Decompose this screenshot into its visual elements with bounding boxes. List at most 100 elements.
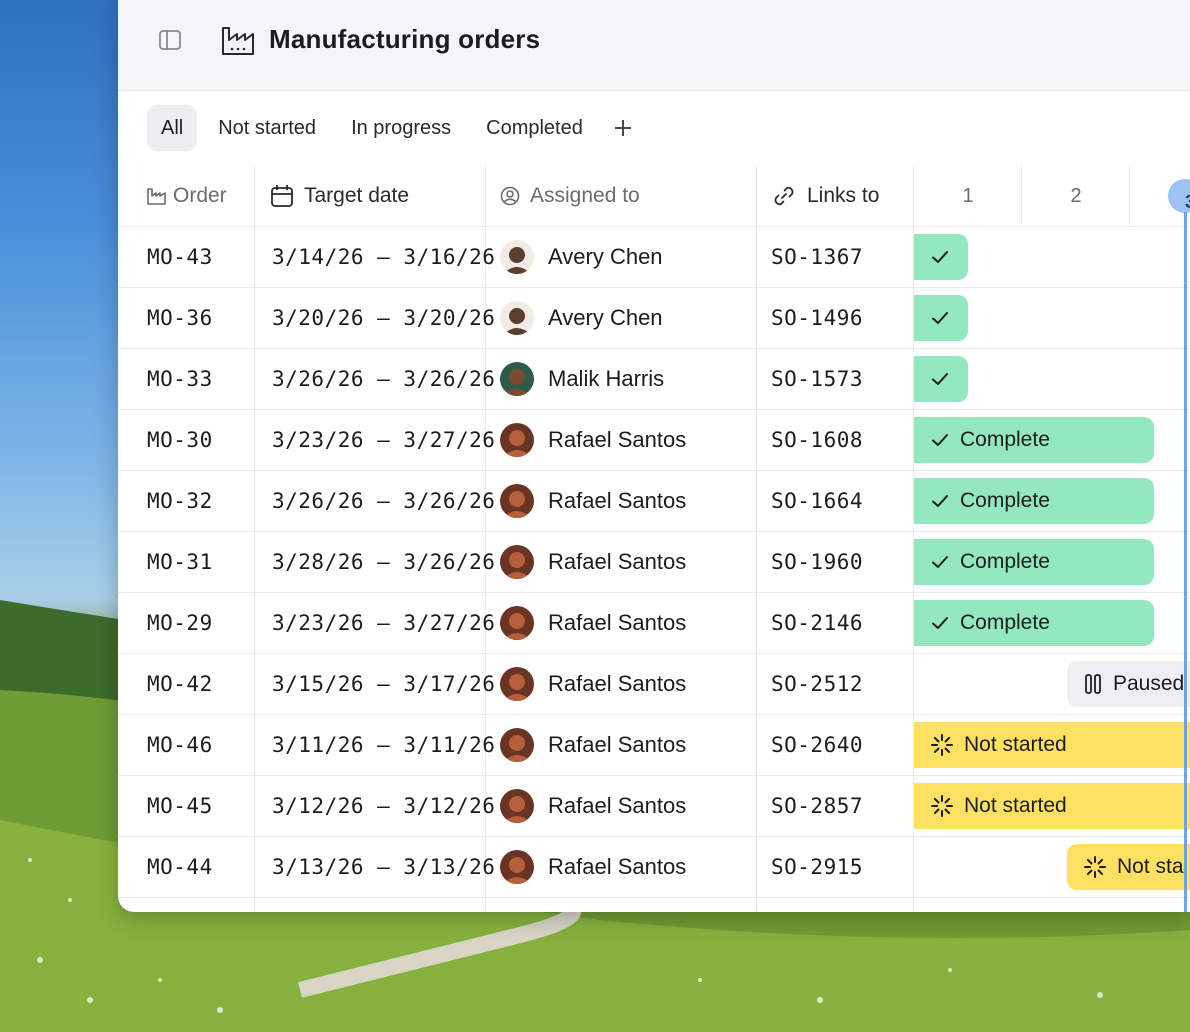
- table-row[interactable]: MO-46 3/11/26 – 3/11/26 Rafael Santos SO…: [118, 715, 1190, 776]
- table-row[interactable]: MO-31 3/28/26 – 3/26/26 Rafael Santos SO…: [118, 532, 1190, 593]
- linked-sales-order[interactable]: SO-1367: [771, 227, 863, 287]
- order-id[interactable]: MO-29: [147, 593, 213, 653]
- linked-sales-order[interactable]: SO-1608: [771, 410, 863, 470]
- linked-sales-order[interactable]: SO-1573: [771, 349, 863, 409]
- order-id[interactable]: MO-46: [147, 715, 213, 775]
- check-icon: [932, 312, 948, 324]
- timeline-bar[interactable]: [914, 234, 968, 280]
- order-id[interactable]: MO-30: [147, 410, 213, 470]
- link-icon: [774, 186, 794, 206]
- avatar: [500, 545, 534, 579]
- app-window: Manufacturing orders All Not started In …: [118, 0, 1190, 912]
- table-row[interactable]: MO-33 3/26/26 – 3/26/26 Malik Harris SO-…: [118, 349, 1190, 410]
- avatar: [500, 850, 534, 884]
- loading-spinner-icon: [931, 734, 953, 756]
- status-label: Not started: [964, 794, 1067, 817]
- table-row[interactable]: MO-45 3/12/26 – 3/12/26 Rafael Santos SO…: [118, 776, 1190, 837]
- table-row[interactable]: MO-29 3/23/26 – 3/27/26 Rafael Santos SO…: [118, 593, 1190, 654]
- user-circle-icon: [500, 186, 520, 206]
- column-header-target-date[interactable]: Target date: [270, 166, 409, 226]
- timeline-bar[interactable]: [914, 295, 968, 341]
- assignee-name: Rafael Santos: [548, 671, 687, 696]
- column-header-links-to[interactable]: Links to: [771, 166, 879, 226]
- assignee-name: Rafael Santos: [548, 793, 687, 818]
- assignee-name: Rafael Santos: [548, 549, 687, 574]
- assignee-name: Malik Harris: [548, 366, 665, 391]
- timeline-bar[interactable]: Not sta: [1067, 844, 1190, 890]
- assignee-name: Rafael Santos: [548, 427, 687, 452]
- assignee-name: Avery Chen: [548, 244, 663, 269]
- assignee-name: Rafael Santos: [548, 610, 687, 635]
- table-row[interactable]: MO-44 3/13/26 – 3/13/26 Rafael Santos SO…: [118, 837, 1190, 898]
- table-header: Order Target date Assigned to Links to 1…: [118, 166, 1190, 227]
- pause-icon: [1085, 674, 1101, 694]
- order-id[interactable]: MO-33: [147, 349, 213, 409]
- avatar: [500, 423, 534, 457]
- sidebar-toggle-icon[interactable]: [158, 28, 182, 52]
- check-icon: [932, 556, 948, 568]
- target-date: 3/11/26 – 3/11/26: [272, 733, 496, 757]
- plus-icon: [614, 120, 631, 136]
- page-title: Manufacturing orders: [269, 24, 541, 54]
- table-row[interactable]: MO-36 3/20/26 – 3/20/26 Avery Chen SO-14…: [118, 288, 1190, 349]
- order-id[interactable]: MO-36: [147, 288, 213, 348]
- avatar: [500, 728, 534, 762]
- check-icon: [932, 617, 948, 629]
- timeline-bar[interactable]: Paused: [1067, 661, 1190, 707]
- today-line: [1184, 212, 1187, 912]
- linked-sales-order[interactable]: SO-1496: [771, 288, 863, 348]
- loading-spinner-icon: [931, 795, 953, 817]
- avatar: [500, 484, 534, 518]
- timeline-bar[interactable]: [914, 356, 968, 402]
- timeline-bar[interactable]: Complete: [914, 478, 1154, 524]
- timeline-bar[interactable]: Complete: [914, 600, 1154, 646]
- order-id[interactable]: MO-45: [147, 776, 213, 836]
- timeline-day-header: 1: [962, 185, 974, 207]
- target-date: 3/26/26 – 3/26/26: [272, 367, 496, 391]
- tab-not-started[interactable]: Not started: [204, 105, 330, 151]
- timeline-bar[interactable]: Not started: [914, 783, 1190, 829]
- avatar: [500, 667, 534, 701]
- timeline-bar[interactable]: Complete: [914, 417, 1154, 463]
- order-id[interactable]: MO-43: [147, 227, 213, 287]
- timeline-day-header: 3: [1185, 192, 1190, 214]
- linked-sales-order[interactable]: SO-2915: [771, 837, 863, 897]
- timeline-bar[interactable]: Not started: [914, 722, 1190, 768]
- order-id[interactable]: MO-32: [147, 471, 213, 531]
- timeline-bar[interactable]: Complete: [914, 539, 1154, 585]
- order-id[interactable]: MO-42: [147, 654, 213, 714]
- check-icon: [932, 495, 948, 507]
- table-row[interactable]: MO-32 3/26/26 – 3/26/26 Rafael Santos SO…: [118, 471, 1190, 532]
- status-label: Complete: [960, 550, 1050, 573]
- linked-sales-order[interactable]: SO-2640: [771, 715, 863, 775]
- table-row[interactable]: MO-42 3/15/26 – 3/17/26 Rafael Santos SO…: [118, 654, 1190, 715]
- add-view-button[interactable]: [608, 113, 638, 143]
- column-header-order[interactable]: Order: [147, 166, 227, 226]
- table-row[interactable]: MO-30 3/23/26 – 3/27/26 Rafael Santos SO…: [118, 410, 1190, 471]
- table-row[interactable]: MO-43 3/14/26 – 3/16/26 Avery Chen SO-13…: [118, 227, 1190, 288]
- assignee-name: Rafael Santos: [548, 488, 687, 513]
- order-id[interactable]: MO-31: [147, 532, 213, 592]
- target-date: 3/15/26 – 3/17/26: [272, 672, 496, 696]
- loading-spinner-icon: [1084, 856, 1106, 878]
- tab-in-progress[interactable]: In progress: [337, 105, 465, 151]
- column-header-assigned-to[interactable]: Assigned to: [500, 166, 640, 226]
- assignee-name: Rafael Santos: [548, 854, 687, 879]
- tab-all[interactable]: All: [147, 105, 198, 151]
- assignee-name: Rafael Santos: [548, 732, 687, 757]
- status-label: Complete: [960, 489, 1050, 512]
- linked-sales-order[interactable]: SO-2512: [771, 654, 863, 714]
- linked-sales-order[interactable]: SO-2146: [771, 593, 863, 653]
- linked-sales-order[interactable]: SO-1960: [771, 532, 863, 592]
- target-date: 3/20/26 – 3/20/26: [272, 306, 496, 330]
- tab-completed[interactable]: Completed: [472, 105, 597, 151]
- target-date: 3/23/26 – 3/27/26: [272, 428, 496, 452]
- target-date: 3/28/26 – 3/26/26: [272, 550, 496, 574]
- linked-sales-order[interactable]: SO-1664: [771, 471, 863, 531]
- factory-icon: [222, 27, 254, 55]
- linked-sales-order[interactable]: SO-2857: [771, 776, 863, 836]
- target-date: 3/12/26 – 3/12/26: [272, 794, 496, 818]
- status-label: Paused: [1113, 672, 1185, 695]
- order-id[interactable]: MO-44: [147, 837, 213, 897]
- status-label: Not started: [964, 733, 1067, 756]
